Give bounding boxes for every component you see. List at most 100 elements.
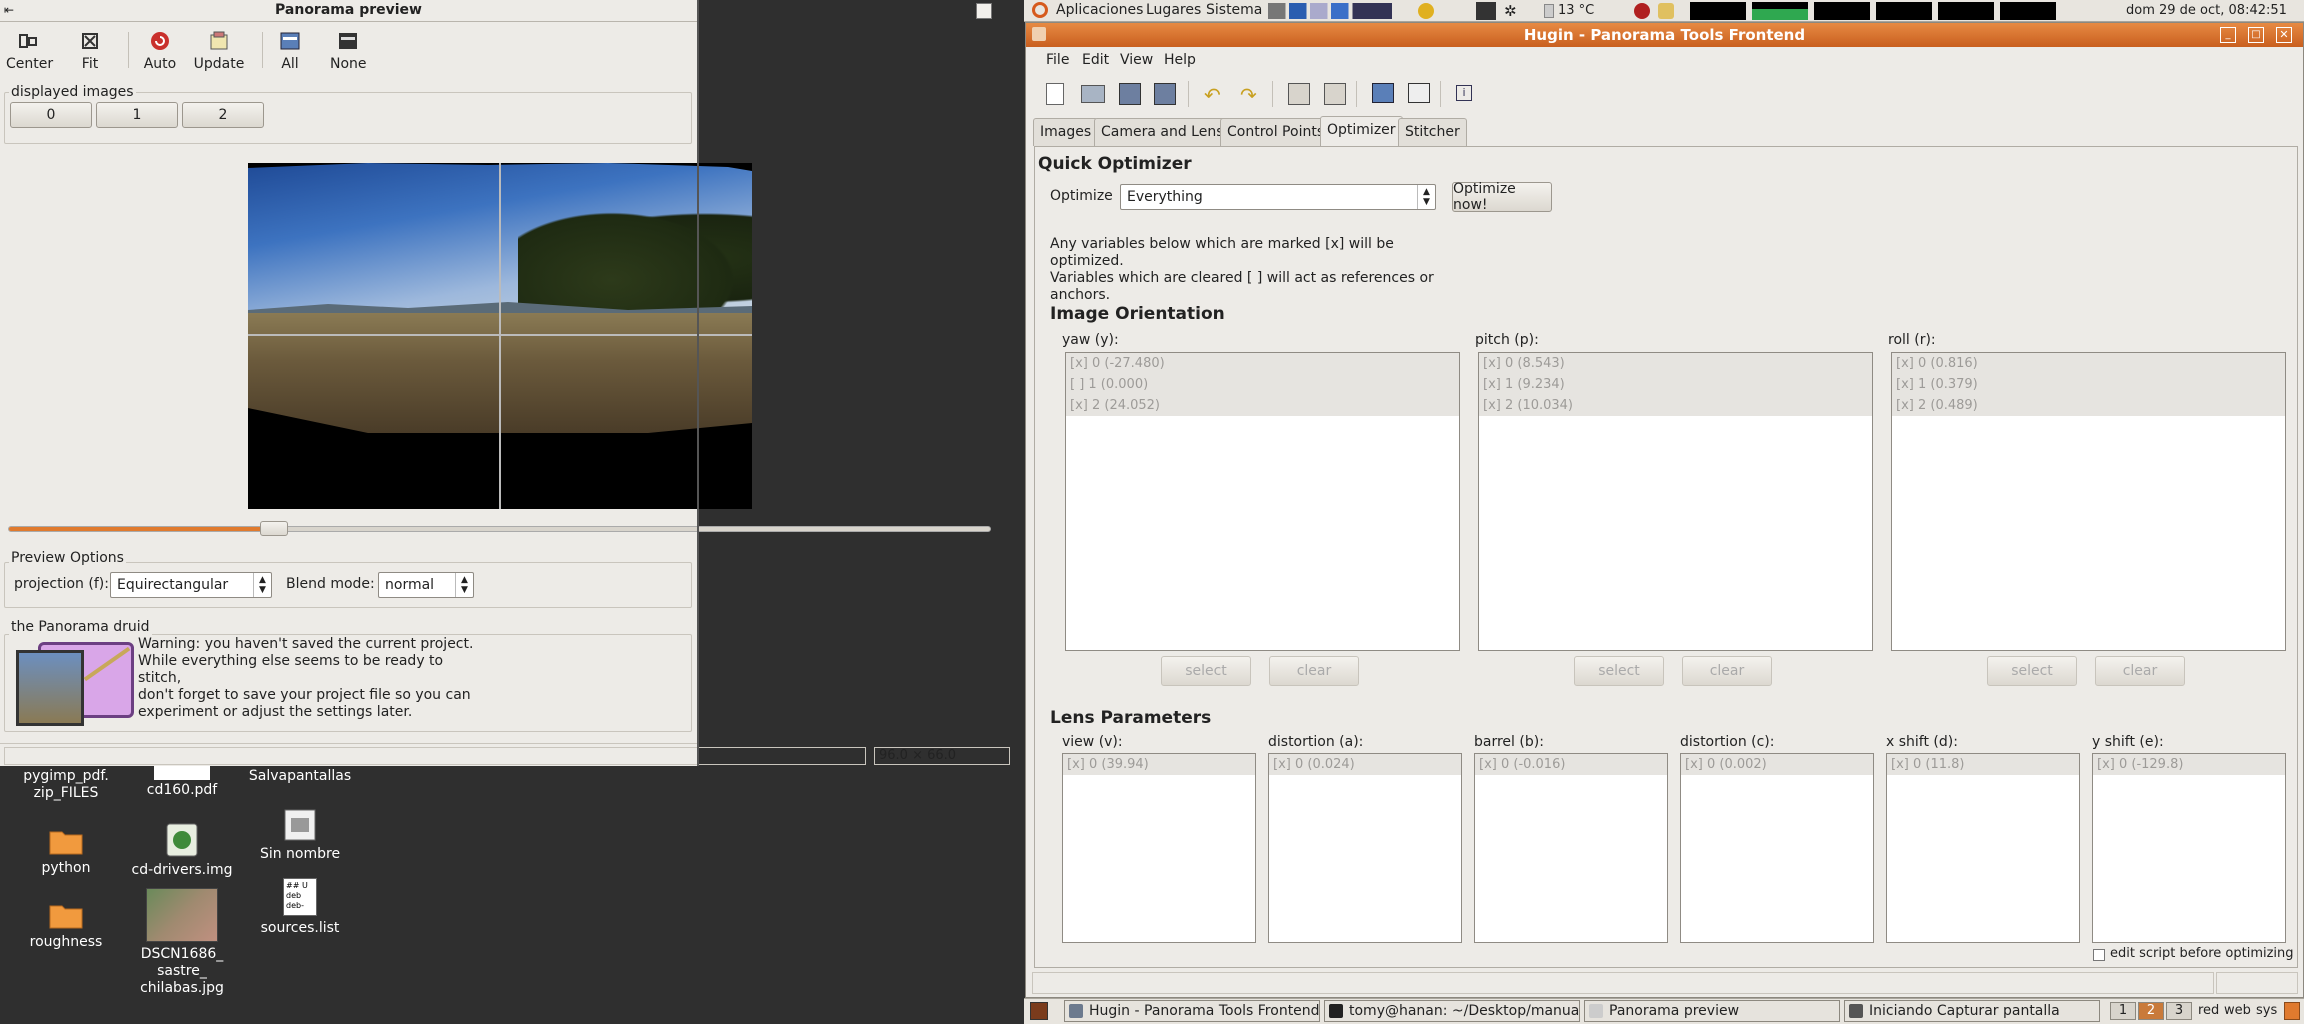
ubuntu-logo-icon[interactable] bbox=[1032, 2, 1048, 18]
options-icon[interactable] bbox=[1408, 83, 1430, 103]
list-item[interactable]: [ ] 1 (0.000) bbox=[1066, 374, 1459, 395]
list-item[interactable]: [x] 0 (0.002) bbox=[1681, 754, 1873, 775]
redo-icon[interactable]: ↷ bbox=[1240, 83, 1257, 107]
all-button[interactable]: All bbox=[276, 30, 304, 72]
yaw-list[interactable]: [x] 0 (-27.480) [ ] 1 (0.000) [x] 2 (24.… bbox=[1065, 352, 1460, 651]
weather-sun-icon[interactable] bbox=[1418, 3, 1434, 19]
list-item[interactable]: [x] 0 (39.94) bbox=[1063, 754, 1255, 775]
tab-camera-and-lens[interactable]: Camera and Lens bbox=[1094, 118, 1231, 146]
roll-list[interactable]: [x] 0 (0.816) [x] 1 (0.379) [x] 2 (0.489… bbox=[1891, 352, 2286, 651]
add-images-icon[interactable] bbox=[1288, 83, 1310, 105]
menu-help[interactable]: Help bbox=[1164, 52, 1196, 68]
tray-web[interactable]: web bbox=[2224, 1003, 2251, 1018]
new-icon[interactable] bbox=[1046, 83, 1064, 105]
undo-icon[interactable]: ↶ bbox=[1204, 83, 1221, 107]
tab-stitcher[interactable]: Stitcher bbox=[1398, 118, 1467, 146]
menu-edit[interactable]: Edit bbox=[1082, 52, 1109, 68]
list-item[interactable]: [x] 0 (-129.8) bbox=[2093, 754, 2285, 775]
task-panorama-preview[interactable]: Panorama preview bbox=[1584, 1000, 1840, 1022]
open-icon[interactable] bbox=[1081, 85, 1105, 103]
menu-view[interactable]: View bbox=[1120, 52, 1153, 68]
tab-images[interactable]: Images bbox=[1033, 118, 1099, 146]
menu-sistema[interactable]: Sistema bbox=[1206, 2, 1262, 18]
maximize-button[interactable] bbox=[976, 3, 992, 19]
task-hugin[interactable]: Hugin - Panorama Tools Frontend bbox=[1064, 1000, 1320, 1022]
pitch-clear-button[interactable]: clear bbox=[1682, 656, 1772, 686]
workspace-2[interactable]: 2 bbox=[2138, 1002, 2164, 1020]
desktop-icon-cd-drivers[interactable]: cd-drivers.img bbox=[126, 822, 238, 879]
workspace-3[interactable]: 3 bbox=[2166, 1002, 2192, 1020]
lens-barrel-list[interactable]: [x] 0 (-0.016) bbox=[1474, 753, 1668, 943]
tray-sys[interactable]: sys bbox=[2256, 1003, 2277, 1018]
image-toggle-2[interactable]: 2 bbox=[182, 102, 264, 128]
hugin-titlebar[interactable]: Hugin - Panorama Tools Frontend _ □ ✕ bbox=[1026, 23, 2303, 47]
yaw-select-button[interactable]: select bbox=[1161, 656, 1251, 686]
preview-icon[interactable] bbox=[1372, 83, 1394, 103]
list-item[interactable]: [x] 0 (-0.016) bbox=[1475, 754, 1667, 775]
system-monitor[interactable] bbox=[1690, 2, 2084, 20]
pitch-select-button[interactable]: select bbox=[1574, 656, 1664, 686]
add-series-icon[interactable] bbox=[1324, 83, 1346, 105]
lens-x-shift-list[interactable]: [x] 0 (11.8) bbox=[1886, 753, 2080, 943]
desktop-icon-salvapantallas[interactable]: Salvapantallas bbox=[244, 768, 356, 785]
tray-app-icon[interactable] bbox=[1634, 3, 1650, 19]
pitch-list[interactable]: [x] 0 (8.543) [x] 1 (9.234) [x] 2 (10.03… bbox=[1478, 352, 1873, 651]
roll-select-button[interactable]: select bbox=[1987, 656, 2077, 686]
desktop-icon-cd160[interactable]: cd160.pdf bbox=[132, 766, 232, 799]
trash-icon[interactable] bbox=[2284, 1002, 2300, 1020]
list-item[interactable]: [x] 2 (10.034) bbox=[1479, 395, 1872, 416]
task-screenshot[interactable]: Iniciando Capturar pantalla bbox=[1844, 1000, 2100, 1022]
optimize-now-button[interactable]: Optimize now! bbox=[1452, 181, 1552, 213]
none-button[interactable]: None bbox=[330, 30, 367, 72]
list-item[interactable]: [x] 0 (0.816) bbox=[1892, 353, 2285, 374]
list-item[interactable]: [x] 0 (0.024) bbox=[1269, 754, 1461, 775]
lens-distortion-c-list[interactable]: [x] 0 (0.002) bbox=[1680, 753, 1874, 943]
yaw-clear-button[interactable]: clear bbox=[1269, 656, 1359, 686]
list-item[interactable]: [x] 1 (9.234) bbox=[1479, 374, 1872, 395]
save-icon[interactable] bbox=[1119, 83, 1141, 105]
blend-mode-select[interactable]: normal ▲ ▼ bbox=[378, 572, 474, 598]
workspace-1[interactable]: 1 bbox=[2110, 1002, 2136, 1020]
image-toggle-0[interactable]: 0 bbox=[10, 102, 92, 128]
tab-optimizer[interactable]: Optimizer bbox=[1320, 116, 1403, 147]
save-as-icon[interactable] bbox=[1154, 83, 1176, 105]
list-item[interactable]: [x] 1 (0.379) bbox=[1892, 374, 2285, 395]
desktop-icon-python[interactable]: python bbox=[14, 826, 118, 877]
lens-view-list[interactable]: [x] 0 (39.94) bbox=[1062, 753, 1256, 943]
list-item[interactable]: [x] 0 (-27.480) bbox=[1066, 353, 1459, 374]
launcher-icons[interactable] bbox=[1268, 3, 1392, 19]
minimize-button[interactable]: _ bbox=[2220, 27, 2236, 43]
center-button[interactable]: Center bbox=[6, 30, 53, 72]
preview-titlebar[interactable]: ⇤ Panorama preview bbox=[0, 0, 991, 22]
fit-button[interactable]: Fit bbox=[72, 30, 108, 72]
menu-lugares[interactable]: Lugares bbox=[1146, 2, 1201, 18]
menu-aplicaciones[interactable]: Aplicaciones bbox=[1056, 2, 1143, 18]
desktop-icon-sources-list[interactable]: ## U deb deb- sources.list bbox=[244, 878, 356, 937]
desktop-icon-dscn1686[interactable]: DSCN1686_ sastre_ chilabas.jpg bbox=[126, 888, 238, 997]
edit-script-checkbox[interactable] bbox=[2093, 949, 2105, 961]
list-item[interactable]: [x] 2 (24.052) bbox=[1066, 395, 1459, 416]
tray-red[interactable]: red bbox=[2198, 1003, 2219, 1018]
list-item[interactable]: [x] 0 (8.543) bbox=[1479, 353, 1872, 374]
roll-clear-button[interactable]: clear bbox=[2095, 656, 2185, 686]
list-item[interactable]: [x] 0 (11.8) bbox=[1887, 754, 2079, 775]
settings-icon[interactable]: ✲ bbox=[1504, 2, 1517, 20]
clock[interactable]: dom 29 de oct, 08:42:51 bbox=[2126, 3, 2287, 18]
close-button[interactable]: ✕ bbox=[2276, 27, 2292, 43]
list-item[interactable]: [x] 2 (0.489) bbox=[1892, 395, 2285, 416]
lens-distortion-a-list[interactable]: [x] 0 (0.024) bbox=[1268, 753, 1462, 943]
update-button[interactable]: Update bbox=[193, 30, 245, 72]
tray-key-icon[interactable] bbox=[1658, 3, 1674, 19]
panorama-canvas[interactable] bbox=[248, 163, 752, 509]
desktop-icon-roughness[interactable]: roughness bbox=[14, 900, 118, 951]
image-toggle-1[interactable]: 1 bbox=[96, 102, 178, 128]
lens-y-shift-list[interactable]: [x] 0 (-129.8) bbox=[2092, 753, 2286, 943]
show-desktop-icon[interactable] bbox=[1030, 1002, 1048, 1020]
about-icon[interactable]: i bbox=[1456, 85, 1472, 101]
task-terminal[interactable]: tomy@hanan: ~/Desktop/manua... bbox=[1324, 1000, 1580, 1022]
optimize-select[interactable]: Everything ▲ ▼ bbox=[1120, 184, 1436, 210]
menu-file[interactable]: File bbox=[1046, 52, 1069, 68]
fov-horizontal-slider[interactable] bbox=[8, 526, 991, 532]
slider-handle[interactable] bbox=[260, 521, 288, 536]
network-icon[interactable] bbox=[1476, 2, 1496, 20]
